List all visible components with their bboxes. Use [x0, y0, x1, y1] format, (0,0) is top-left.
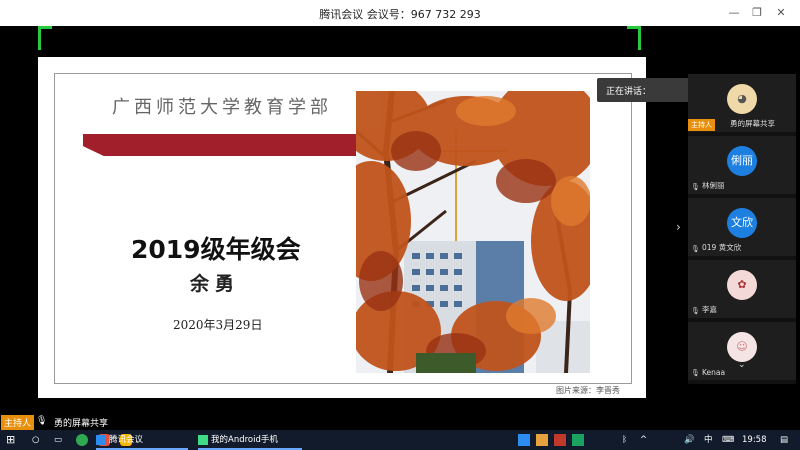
- windows-taskbar: ⊞ ○ ▭ 腾讯会议 我的Android手机 ᛒ ^ 🔊 中 ⌨ 19:58 ▤: [0, 430, 800, 450]
- participant-name: 李嘉: [702, 305, 717, 314]
- tray-app-icon[interactable]: [536, 434, 548, 446]
- screen-share-label: 勇的屏幕共享: [54, 419, 109, 429]
- speaking-indicator-text: 正在讲话：: [606, 87, 652, 97]
- input-method-label[interactable]: 中: [704, 432, 713, 448]
- participant-name: 林俐丽: [702, 181, 725, 190]
- windows-start-icon[interactable]: ⊞: [6, 432, 15, 448]
- clock[interactable]: 19:58: [742, 432, 767, 448]
- slide-title: 2019级年级会: [131, 235, 301, 264]
- avatar: ☺: [727, 332, 757, 362]
- taskbar-app-label: 腾讯会议: [109, 435, 144, 445]
- participant-name: 勇的屏幕共享: [730, 119, 775, 128]
- mic-icon: 🎙: [36, 416, 48, 426]
- taskbar-app-tencent-meeting[interactable]: 腾讯会议: [96, 432, 188, 450]
- restore-icon[interactable]: ❐: [748, 4, 766, 22]
- participant-tile[interactable]: 文欣 🎙 019 黄文欣: [688, 198, 796, 256]
- task-view-icon[interactable]: ▭: [54, 432, 62, 448]
- mic-icon: 🎙: [691, 369, 700, 377]
- close-icon[interactable]: ✕: [772, 4, 790, 22]
- slide-date: 2020年3月29日: [173, 318, 263, 332]
- photo-credit: 图片来源：李晋秀: [556, 386, 620, 395]
- slide-photo-autumn-tree: [356, 91, 590, 373]
- search-icon[interactable]: ○: [32, 432, 39, 448]
- android-icon: [198, 434, 208, 445]
- participant-tile[interactable]: 俐丽 🎙 林俐丽: [688, 136, 796, 194]
- volume-icon[interactable]: 🔊: [684, 432, 695, 448]
- taskbar-app-label: 我的Android手机: [211, 435, 278, 445]
- tray-app-icon[interactable]: [554, 434, 566, 446]
- mic-icon: 🎙: [691, 245, 700, 253]
- host-share-bar: 主持人 🎙 勇的屏幕共享: [0, 414, 200, 430]
- taskbar-app-android[interactable]: 我的Android手机: [198, 432, 302, 450]
- chevron-down-icon[interactable]: ⌄: [738, 360, 746, 370]
- meeting-title: 腾讯会议 会议号：967 732 293: [319, 8, 481, 21]
- tencent-meeting-icon: [96, 434, 106, 445]
- avatar: 文欣: [727, 208, 757, 238]
- notification-icon[interactable]: ▤: [780, 432, 788, 448]
- chevron-right-icon[interactable]: ›: [676, 220, 681, 234]
- slide-author: 余勇: [190, 273, 241, 295]
- tray-overflow-icon[interactable]: ^: [640, 432, 647, 448]
- participant-panel: ◕ 主持人 勇的屏幕共享 俐丽 🎙 林俐丽 文欣 🎙 019 黄文欣 ✿ 🎙 李…: [688, 74, 796, 384]
- keyboard-icon[interactable]: ⌨: [722, 432, 734, 448]
- tray-app-icon[interactable]: [518, 434, 530, 446]
- share-corner-top-left-h: [38, 26, 52, 29]
- tray-app-icon[interactable]: [572, 434, 584, 446]
- slide-school-name: 广西师范大学教育学部: [112, 97, 332, 118]
- host-badge: 主持人: [688, 119, 715, 131]
- participant-name: Kenaa: [702, 368, 726, 377]
- mic-icon: 🎙: [691, 307, 700, 315]
- share-corner-top-right-v: [638, 26, 641, 50]
- shared-slide: 广西师范大学教育学部 2019级年级会 余勇 2020年3月29日 图片来源：李…: [38, 57, 646, 398]
- avatar: ✿: [727, 270, 757, 300]
- participant-name: 019 黄文欣: [702, 243, 742, 252]
- participant-tile-host[interactable]: ◕ 主持人 勇的屏幕共享: [688, 74, 796, 132]
- participant-tile[interactable]: ☺ 🎙 Kenaa ⌄: [688, 322, 796, 380]
- window-title-bar: 腾讯会议 会议号：967 732 293 — ❐ ✕: [0, 0, 800, 26]
- host-badge: 主持人: [1, 415, 35, 430]
- bluetooth-icon[interactable]: ᛒ: [622, 432, 627, 448]
- minimize-icon[interactable]: —: [725, 4, 743, 22]
- mic-icon: 🎙: [691, 183, 700, 191]
- participant-tile[interactable]: ✿ 🎙 李嘉: [688, 260, 796, 318]
- wechat-icon[interactable]: [76, 434, 88, 446]
- avatar: ◕: [727, 84, 757, 114]
- avatar: 俐丽: [727, 146, 757, 176]
- share-corner-top-left: [38, 26, 41, 50]
